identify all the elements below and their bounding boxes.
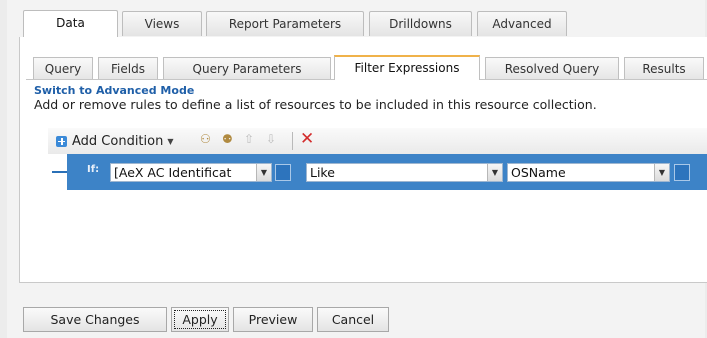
tab-query[interactable]: Query [33,57,93,79]
filter-instruction-text: Add or remove rules to define a list of … [34,97,597,112]
apply-button[interactable]: Apply [171,307,229,332]
tab-query-parameters[interactable]: Query Parameters [163,57,331,79]
switch-to-advanced-mode-link[interactable]: Switch to Advanced Mode [34,84,194,97]
add-condition-label: Add Condition [72,133,164,149]
tab-data-source[interactable]: Data Source [23,10,118,55]
tab-fields[interactable]: Fields [98,57,158,79]
add-condition-button[interactable]: Add Condition ▼ [56,131,174,151]
chevron-down-icon: ▼ [167,136,174,146]
delete-icon[interactable]: ✕ [300,131,316,148]
add-icon [56,135,67,147]
value-select[interactable]: OSName ▼ [507,163,670,182]
save-changes-button[interactable]: Save Changes [23,307,167,332]
group-icon[interactable]: ⚇ [200,131,216,147]
tab-filter-expressions[interactable]: Filter Expressions [334,55,480,80]
tab-views[interactable]: Views [122,11,202,36]
tab-report-parameters[interactable]: Report Parameters [206,11,364,36]
report-editor-window: Data Source Views Report Parameters Dril… [7,0,707,338]
ungroup-icon[interactable]: ⚉ [222,131,238,147]
tab-results[interactable]: Results [624,57,704,79]
field-select[interactable]: [AeX AC Identificat ▼ [110,163,272,182]
operator-select[interactable]: Like ▼ [306,163,503,182]
tab-advanced[interactable]: Advanced [477,11,567,36]
filter-toolbar: Add Condition ▼ ⚇ ⚉ ⇧ ⇩ ✕ [48,128,707,154]
cancel-button[interactable]: Cancel [317,307,389,332]
chevron-down-icon[interactable]: ▼ [487,164,502,181]
field-option-checkbox[interactable] [275,164,291,181]
tab-drilldowns[interactable]: Drilldowns [369,11,472,36]
inner-tab-strip: Query Fields Query Parameters Filter Exp… [26,55,707,80]
value-option-checkbox[interactable] [674,164,690,181]
outer-tab-strip: Data Source Views Report Parameters Dril… [19,10,707,55]
condition-tree-connector [52,171,68,173]
move-up-icon[interactable]: ⇧ [244,131,260,147]
value-select-value: OSName [511,165,566,180]
move-down-icon[interactable]: ⇩ [266,131,282,147]
chevron-down-icon[interactable]: ▼ [654,164,669,181]
tab-resolved-query[interactable]: Resolved Query [485,57,619,79]
action-button-bar: Save Changes Apply Preview Cancel [19,283,707,338]
preview-button[interactable]: Preview [233,307,313,332]
field-select-value: [AeX AC Identificat [114,165,232,180]
if-label: If: [87,164,100,175]
toolbar-divider [292,132,293,150]
chevron-down-icon[interactable]: ▼ [256,164,271,181]
operator-select-value: Like [310,165,335,180]
